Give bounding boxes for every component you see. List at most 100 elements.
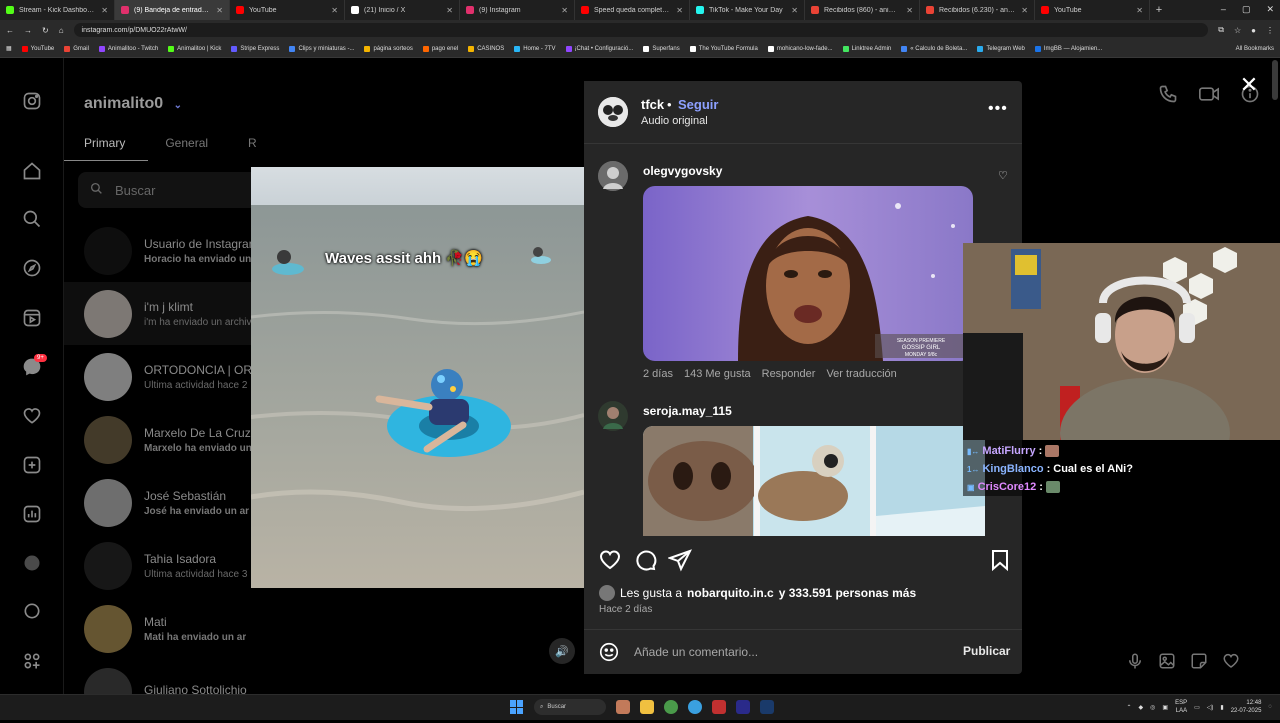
volume-icon[interactable]: ◁)	[1207, 704, 1214, 711]
photoshop-icon[interactable]	[760, 700, 774, 714]
profile-icon[interactable]: ●	[1251, 26, 1256, 35]
bookmark-item[interactable]: pago enel	[422, 45, 458, 52]
threads-nav-icon[interactable]	[21, 601, 43, 623]
more-nav-icon[interactable]	[21, 651, 43, 673]
file-explorer-icon[interactable]	[640, 700, 654, 714]
window-maximize-button[interactable]: ▢	[1242, 4, 1251, 15]
browser-tab[interactable]: Recibidos (860) - animalitoo ✕	[805, 0, 920, 20]
conversation-item[interactable]: i'm j klimt i'm ha enviado un archivo	[64, 282, 254, 345]
comment-icon[interactable]	[633, 548, 657, 572]
browser-menu-icon[interactable]: ⋮	[1266, 26, 1274, 35]
tab-close-icon[interactable]: ✕	[331, 6, 338, 15]
explore-nav-icon[interactable]	[21, 258, 43, 280]
likes-summary[interactable]: Les gusta a nobarquito.in.c y 333.591 pe…	[599, 585, 916, 601]
forward-icon[interactable]: →	[24, 26, 32, 35]
follow-button[interactable]: Seguir	[678, 97, 718, 112]
bookmark-item[interactable]: Animalitoo - Twitch	[98, 45, 158, 52]
tab-close-icon[interactable]: ✕	[1136, 6, 1143, 15]
bookmark-item[interactable]: Gmail	[64, 45, 89, 52]
reel-video[interactable]: Waves assit ahh 🥀😭	[251, 167, 584, 588]
tab-close-icon[interactable]: ✕	[101, 6, 108, 15]
conversation-item[interactable]: ORTODONCIA | ORTO Última actividad hace 2	[64, 345, 254, 408]
browser-tab[interactable]: Speed queda completamente ✕	[575, 0, 690, 20]
audio-label[interactable]: Audio original	[641, 115, 708, 127]
browser-tab[interactable]: TikTok - Make Your Day ✕	[690, 0, 805, 20]
bookmark-item[interactable]: YouTube	[21, 45, 54, 52]
browser-tab[interactable]: YouTube ✕	[1035, 0, 1150, 20]
bookmark-item[interactable]: página sorteos	[364, 45, 413, 52]
tab-close-icon[interactable]: ✕	[1021, 6, 1028, 15]
reply-button[interactable]: Responder	[762, 368, 816, 380]
phone-icon[interactable]	[1158, 84, 1178, 109]
tab-primary[interactable]: Primary	[84, 136, 125, 150]
tab-close-icon[interactable]: ✕	[561, 6, 568, 15]
browser-tab[interactable]: (21) Inicio / X ✕	[345, 0, 460, 20]
browser-tab[interactable]: Stream - Kick Dashboard ✕	[0, 0, 115, 20]
conversation-item[interactable]: Usuario de Instagram Horacio ha enviado u…	[64, 219, 254, 282]
microphone-icon[interactable]	[1126, 652, 1144, 675]
volume-button[interactable]: 🔊	[549, 638, 575, 664]
conversation-item[interactable]: Tahia Isadora Última actividad hace 3	[64, 534, 254, 597]
window-minimize-button[interactable]: –	[1221, 4, 1226, 15]
close-icon[interactable]: ✕	[1238, 74, 1260, 96]
browser-tab[interactable]: Recibidos (6.230) - anibalnar ✕	[920, 0, 1035, 20]
bookmark-item[interactable]: CASINOS	[468, 45, 504, 52]
like-icon[interactable]	[598, 548, 622, 572]
bookmark-item[interactable]: Stripe Express	[231, 45, 279, 52]
window-close-button[interactable]: ✕	[1266, 4, 1274, 15]
bookmark-item[interactable]: ¡Chat • Configuració...	[565, 45, 633, 52]
bookmark-item[interactable]: ImgBB — Alojamien...	[1034, 45, 1102, 52]
reels-nav-icon[interactable]	[21, 308, 43, 330]
inbox-username[interactable]: animalito0 ⌄	[84, 95, 182, 113]
inbox-search[interactable]: Buscar	[78, 172, 258, 208]
language-indicator[interactable]: ESP LAA	[1175, 699, 1187, 715]
comment-username[interactable]: olegvygovsky	[643, 164, 722, 178]
search-nav-icon[interactable]	[21, 209, 43, 231]
tray-app-icon[interactable]: ◆	[1139, 704, 1144, 711]
publish-button[interactable]: Publicar	[963, 644, 1010, 658]
clock[interactable]: 12:48 22-07-2025	[1231, 699, 1262, 715]
more-options-icon[interactable]: •••	[988, 100, 1008, 118]
monitor-icon[interactable]: ▭	[1194, 704, 1200, 711]
save-icon[interactable]	[988, 548, 1012, 572]
bookmark-item[interactable]: « Calculo de Boleta...	[901, 45, 967, 52]
reload-icon[interactable]: ↻	[42, 26, 49, 35]
notifications-icon[interactable]: ◌	[1268, 704, 1272, 710]
tab-close-icon[interactable]: ✕	[216, 6, 223, 15]
comment-gif[interactable]: SEASON PREMIERE GOSSIP GIRL MONDAY 9/8c	[643, 186, 973, 361]
conversation-item[interactable]: José Sebastián José ha enviado un ar	[64, 471, 254, 534]
tab-close-icon[interactable]: ✕	[446, 6, 453, 15]
extensions-icon[interactable]: ⧉	[1218, 25, 1224, 35]
windows-start-icon[interactable]	[510, 700, 524, 714]
premiere-icon[interactable]	[736, 700, 750, 714]
video-call-icon[interactable]	[1198, 84, 1220, 109]
bookmark-item[interactable]: mohicano-low-fade...	[767, 45, 833, 52]
emoji-icon[interactable]	[598, 641, 620, 663]
bookmark-item[interactable]: Linktree Admin	[842, 45, 891, 52]
conversation-item[interactable]: Mati Mati ha enviado un ar	[64, 597, 254, 660]
bookmark-item[interactable]: Clips y miniaturas -...	[289, 45, 354, 52]
instagram-logo-icon[interactable]	[21, 91, 43, 113]
translate-button[interactable]: Ver traducción	[826, 368, 896, 380]
heart-icon[interactable]	[1222, 652, 1240, 675]
edge-icon[interactable]	[688, 700, 702, 714]
tab-close-icon[interactable]: ✕	[791, 6, 798, 15]
all-bookmarks-button[interactable]: All Bookmarks	[1236, 46, 1274, 52]
tray-app-icon[interactable]: ▣	[1162, 704, 1168, 711]
share-icon[interactable]	[667, 548, 692, 572]
bookmark-item[interactable]: Animalitoo | Kick	[168, 45, 221, 52]
browser-tab[interactable]: (9) Bandeja de entrada • C ✕	[115, 0, 230, 20]
likes-suffix[interactable]: y 333.591 personas más	[779, 586, 916, 600]
notifications-nav-icon[interactable]	[21, 406, 43, 428]
author-username[interactable]: tfck	[641, 97, 664, 112]
bookmark-item[interactable]: Superfans	[643, 45, 680, 52]
comment-gif[interactable]	[643, 426, 985, 536]
bookmark-item[interactable]: The YouTube Formula	[689, 45, 758, 52]
back-icon[interactable]: ←	[6, 26, 14, 35]
likes-user[interactable]: nobarquito.in.c	[687, 586, 774, 600]
browser-tab[interactable]: (9) Instagram ✕	[460, 0, 575, 20]
comment-input[interactable]	[634, 643, 934, 661]
chrome-icon[interactable]	[664, 700, 678, 714]
image-icon[interactable]	[1158, 652, 1176, 675]
commenter-avatar[interactable]	[598, 161, 628, 191]
